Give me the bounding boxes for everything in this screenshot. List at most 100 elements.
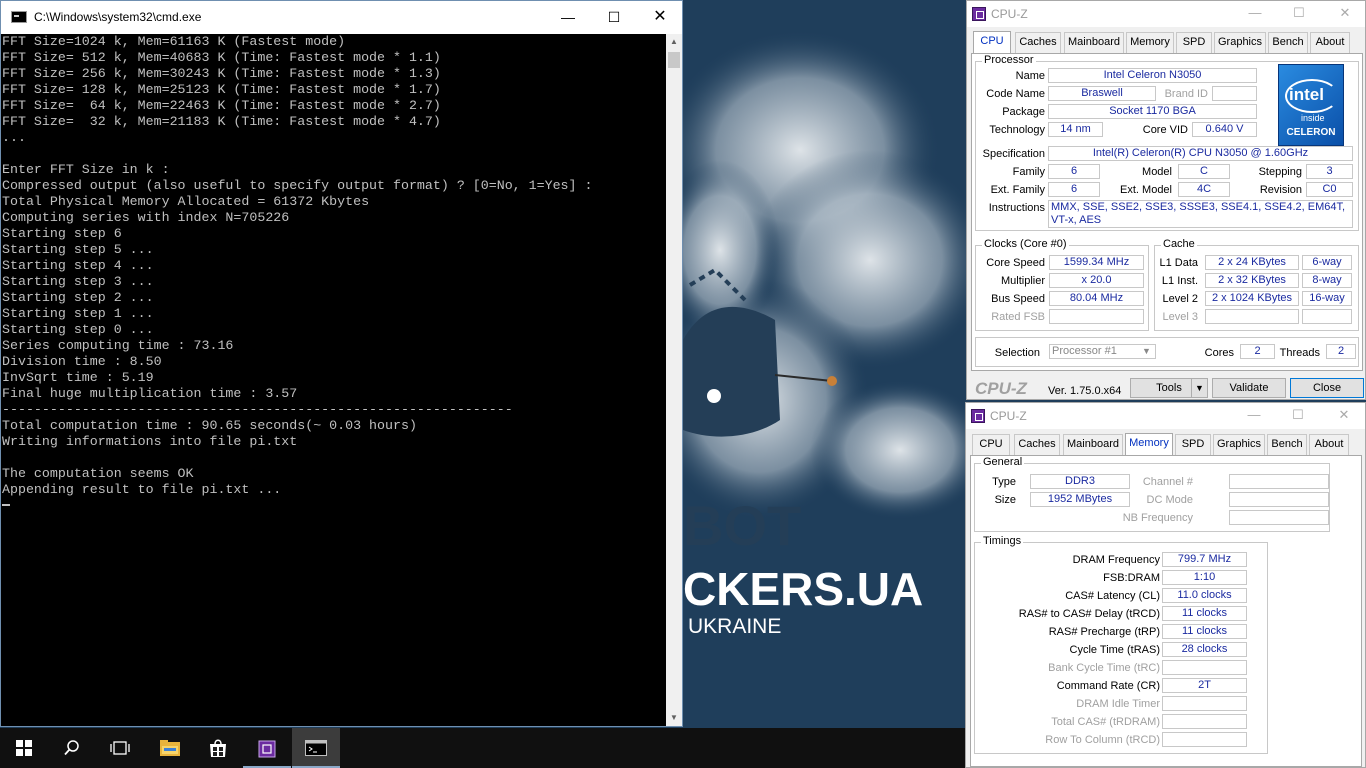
search-button[interactable] [48,728,96,768]
console-output[interactable]: FFT Size=1024 k, Mem=61163 K (Fastest mo… [1,34,666,726]
scrollbar-thumb[interactable] [668,52,680,68]
cores-label: Cores [1204,347,1234,359]
cpuz-version: Ver. 1.75.0.x64 [1048,385,1122,397]
start-button[interactable] [0,728,48,768]
technology-value: 14 nm [1048,122,1103,137]
clocks-group: Clocks (Core #0) Core Speed 1599.34 MHz … [975,238,1149,331]
tab-about[interactable]: About [1310,32,1350,53]
tools-button[interactable]: Tools ▼ [1130,378,1208,398]
vertical-scrollbar[interactable]: ▲ ▼ [666,34,682,726]
cpuz-window-memory[interactable]: CPU-Z — ☐ ✕ CPU Caches Mainboard Memory … [965,402,1366,768]
console-line: FFT Size= 512 k, Mem=40683 K (Time: Fast… [2,50,441,65]
clocks-group-label: Clocks (Core #0) [982,238,1069,250]
scroll-up-arrow-icon[interactable]: ▲ [666,34,682,50]
maximize-button[interactable]: ☐ [1285,3,1313,23]
timing-label: CAS# Latency (CL) [1065,590,1160,602]
timing-value: 11.0 clocks [1162,588,1247,603]
family-value: 6 [1048,164,1100,179]
cores-value: 2 [1240,344,1275,359]
file-explorer-button[interactable] [146,728,194,768]
intel-logo-word: intel [1289,85,1324,104]
timing-label: Bank Cycle Time (tRC) [1048,662,1160,674]
instructions-value: MMX, SSE, SSE2, SSE3, SSSE3, SSE4.1, SSE… [1048,200,1353,228]
tab-spd[interactable]: SPD [1175,434,1211,455]
revision-value: C0 [1306,182,1353,197]
rated-fsb-value [1049,309,1144,324]
store-button[interactable] [194,728,242,768]
close-dialog-button[interactable]: Close [1290,378,1364,398]
console-cursor-line [2,498,666,514]
name-label: Name [1015,70,1045,82]
cmd-taskbar-button[interactable] [292,728,340,768]
console-line: Appending result to file pi.txt ... [2,482,282,497]
chevron-down-icon[interactable]: ▼ [1142,346,1151,356]
revision-label: Revision [1259,184,1302,196]
console-line: ... [2,130,26,145]
chevron-down-icon[interactable]: ▼ [1191,379,1207,397]
close-button[interactable]: ✕ [1331,3,1359,23]
tab-about[interactable]: About [1309,434,1349,455]
timing-label: DRAM Frequency [1072,554,1160,566]
tab-cpu[interactable]: CPU [972,434,1010,455]
tab-memory[interactable]: Memory [1126,32,1174,53]
cpuz-taskbar-button[interactable] [243,728,291,768]
instructions-label: Instructions [988,202,1045,214]
maximize-button[interactable]: ☐ [1284,405,1312,425]
brand-id-label: Brand ID [1164,88,1208,100]
cmd-title: C:\Windows\system32\cmd.exe [34,10,202,24]
scroll-down-arrow-icon[interactable]: ▼ [666,710,682,726]
console-line: Starting step 4 ... [2,258,154,273]
console-line: The computation seems OK [2,466,194,481]
cpuz-titlebar[interactable]: CPU-Z — ☐ ✕ [967,1,1365,27]
console-line: FFT Size=1024 k, Mem=61163 K (Fastest mo… [2,34,346,49]
cpuz-window-cpu[interactable]: CPU-Z — ☐ ✕ CPU Caches Mainboard Memory … [966,0,1366,400]
tab-bench[interactable]: Bench [1268,32,1308,53]
package-value: Socket 1170 BGA [1048,104,1257,119]
cpu-tab-panel: Processor Name Intel Celeron N3050 Code … [971,53,1363,371]
tab-graphics[interactable]: Graphics [1213,434,1265,455]
cpuz-titlebar[interactable]: CPU-Z — ☐ ✕ [966,403,1365,429]
bus-speed-value: 80.04 MHz [1049,291,1144,306]
stepping-label: Stepping [1258,166,1302,178]
folder-icon [160,740,180,756]
tab-caches[interactable]: Caches [1015,32,1061,53]
cpu-chip-icon [258,740,276,758]
memory-tab-panel: General Type DDR3 Size 1952 MBytes Chann… [970,455,1362,767]
general-group-label: General [981,456,1025,468]
processor-group: Processor Name Intel Celeron N3050 Code … [975,54,1359,231]
wallpaper-bot-text: BOT [683,494,801,557]
timings-group-label: Timings [981,535,1024,547]
close-button[interactable]: ✕ [637,1,683,33]
tab-mainboard[interactable]: Mainboard [1063,434,1123,455]
minimize-button[interactable]: — [1241,3,1269,23]
taskbar [0,728,965,768]
level3-way [1302,309,1352,324]
tab-cpu[interactable]: CPU [973,31,1011,54]
timings-group: Timings DRAM Frequency 799.7 MHz FSB:DRAM 1… [974,535,1268,754]
tab-caches[interactable]: Caches [1014,434,1060,455]
maximize-button[interactable]: ☐ [591,1,637,33]
minimize-button[interactable]: — [1240,405,1268,425]
timing-label: Row To Column (tRCD) [1045,734,1160,746]
intel-logo-inside: inside [1301,113,1325,123]
tab-memory[interactable]: Memory [1125,433,1173,456]
tab-bench[interactable]: Bench [1267,434,1307,455]
close-button[interactable]: ✕ [1330,405,1358,425]
level2-label: Level 2 [1162,293,1198,305]
minimize-button[interactable]: — [545,1,591,33]
timing-value: 2T [1162,678,1247,693]
cmd-titlebar[interactable]: C:\Windows\system32\cmd.exe — ☐ ✕ [1,1,682,34]
console-line: Computing series with index N=705226 [2,210,290,225]
processor-name-value: Intel Celeron N3050 [1048,68,1257,83]
task-view-button[interactable] [96,728,144,768]
tab-spd[interactable]: SPD [1176,32,1212,53]
processor-select[interactable]: Processor #1 [1049,344,1156,359]
tab-graphics[interactable]: Graphics [1214,32,1266,53]
brand-id-value [1212,86,1257,101]
l1-data-label: L1 Data [1159,257,1198,269]
level2-way: 16-way [1302,291,1352,306]
cmd-window[interactable]: C:\Windows\system32\cmd.exe — ☐ ✕ FFT Si… [0,0,683,727]
tab-mainboard[interactable]: Mainboard [1064,32,1124,53]
validate-button[interactable]: Validate [1212,378,1286,398]
